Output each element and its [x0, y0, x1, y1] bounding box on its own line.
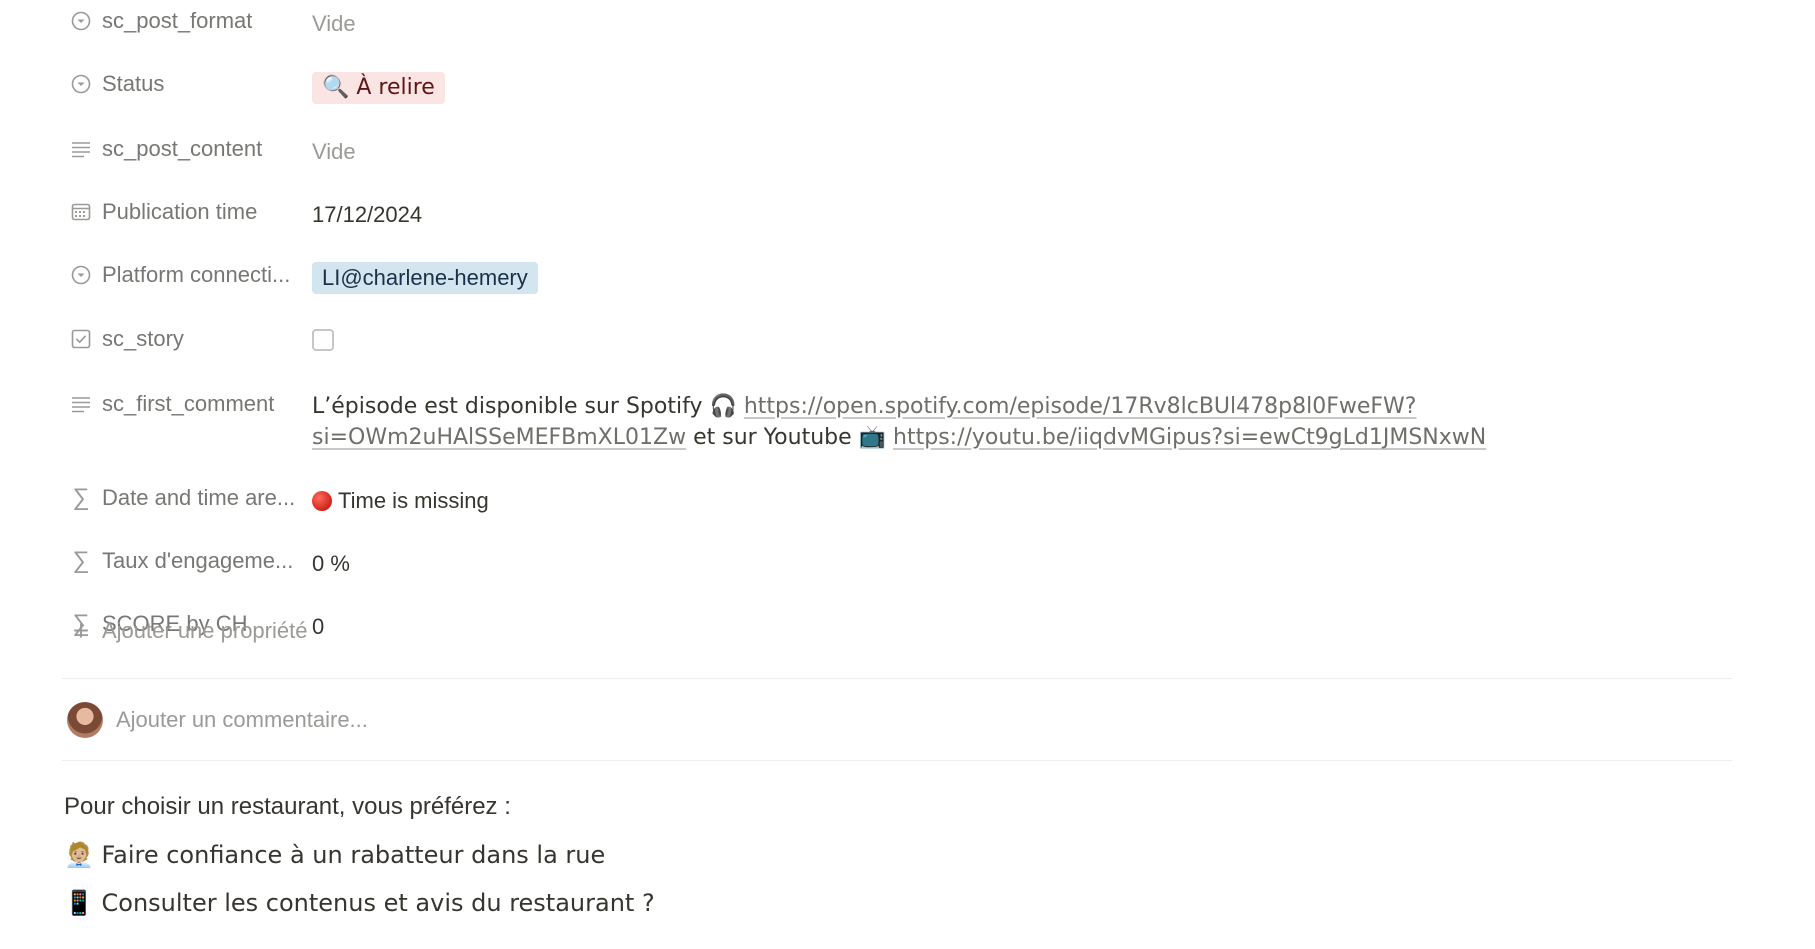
select-icon [70, 264, 92, 286]
property-row-taux-engagement: ∑ Taux d'engageme... 0 % [62, 522, 1732, 585]
property-value[interactable]: 🔍 À relire [312, 45, 1732, 110]
property-value: Time is missing [312, 459, 1732, 522]
property-row-status: Status 🔍 À relire [62, 45, 1732, 110]
property-row-sc-post-content: sc_post_content Vide [62, 110, 1732, 173]
property-label: sc_post_content [102, 136, 263, 161]
page: sc_post_format Vide Status 🔍 À relire sc… [0, 0, 1815, 949]
status-tag[interactable]: 🔍 À relire [312, 72, 445, 104]
youtube-link[interactable]: https://youtu.be/iiqdvMGipus?si=ewCt9gLd… [893, 425, 1486, 450]
property-row-platform-connection: Platform connecti... LI@charlene-hemery [62, 236, 1732, 300]
property-row-score: ∑ SCORE by CH 0 [62, 585, 1732, 648]
formula-value: Time is missing [338, 488, 489, 513]
property-row-sc-post-format: sc_post_format Vide [62, 0, 1732, 45]
divider [62, 678, 1732, 679]
formula-icon: ∑ [72, 547, 90, 574]
property-key[interactable]: Publication time [62, 190, 312, 234]
platform-tag[interactable]: LI@charlene-hemery [312, 262, 538, 294]
property-row-publication-time: Publication time 17/12/2024 [62, 173, 1732, 236]
property-label: sc_first_comment [102, 391, 275, 416]
property-list: sc_post_format Vide Status 🔍 À relire sc… [62, 0, 1732, 666]
text-icon [70, 393, 92, 415]
body-paragraph[interactable]: Pour choisir un restaurant, vous préfére… [64, 793, 511, 821]
property-row-sc-first-comment: sc_first_comment L’épisode est disponibl… [62, 365, 1732, 459]
property-key[interactable]: ∑ Taux d'engageme... [62, 539, 312, 583]
property-label: sc_post_format [102, 8, 253, 33]
property-value[interactable]: L’épisode est disponible sur Spotify 🎧 h… [312, 365, 1732, 459]
avatar [67, 702, 103, 738]
property-label: sc_story [102, 326, 184, 351]
property-key[interactable]: sc_story [62, 317, 312, 361]
red-circle-icon [312, 491, 332, 511]
select-icon [70, 10, 92, 32]
property-value[interactable]: Vide [312, 110, 1732, 173]
property-label: Platform connecti... [102, 262, 291, 287]
select-icon [70, 73, 92, 95]
property-label: Taux d'engageme... [102, 548, 294, 573]
add-property-label: Ajouter une propriété [102, 618, 308, 643]
property-key[interactable]: Status [62, 62, 312, 106]
add-property-button[interactable]: + Ajouter une propriété [62, 615, 308, 646]
property-label: Date and time are... [102, 485, 296, 510]
plus-icon: + [72, 615, 90, 646]
property-value[interactable]: 17/12/2024 [312, 173, 1732, 236]
property-label: Status [102, 71, 165, 96]
property-value: 0 [312, 614, 325, 639]
property-value[interactable]: LI@charlene-hemery [312, 236, 1732, 300]
property-value[interactable]: Vide [312, 0, 1732, 45]
story-checkbox[interactable] [312, 329, 334, 351]
property-key[interactable]: sc_post_content [62, 127, 312, 171]
property-key[interactable]: sc_post_format [62, 0, 312, 43]
body-paragraph[interactable]: 🧑🏼‍💼 Faire confiance à un rabatteur dans… [64, 841, 605, 869]
formula-icon: ∑ [72, 484, 90, 511]
property-key[interactable]: sc_first_comment [62, 382, 312, 426]
checkbox-icon [70, 328, 92, 350]
text-icon [70, 138, 92, 160]
property-value: 0 % [312, 551, 350, 576]
divider [62, 760, 1732, 761]
property-value [312, 300, 1732, 365]
comment-composer[interactable]: Ajouter un commentaire... [67, 702, 368, 738]
comment-text: L’épisode est disponible sur Spotify 🎧 [312, 394, 744, 419]
property-row-sc-story: sc_story [62, 300, 1732, 365]
body-paragraph[interactable]: 📱 Consulter les contenus et avis du rest… [64, 889, 655, 917]
comment-text: et sur Youtube 📺 [686, 425, 894, 450]
property-key[interactable]: ∑ Date and time are... [62, 476, 312, 520]
property-key[interactable]: Platform connecti... [62, 253, 312, 297]
property-label: Publication time [102, 199, 258, 224]
comment-input[interactable]: Ajouter un commentaire... [116, 707, 368, 733]
property-row-date-time: ∑ Date and time are... Time is missing [62, 459, 1732, 522]
calendar-icon [70, 201, 92, 223]
